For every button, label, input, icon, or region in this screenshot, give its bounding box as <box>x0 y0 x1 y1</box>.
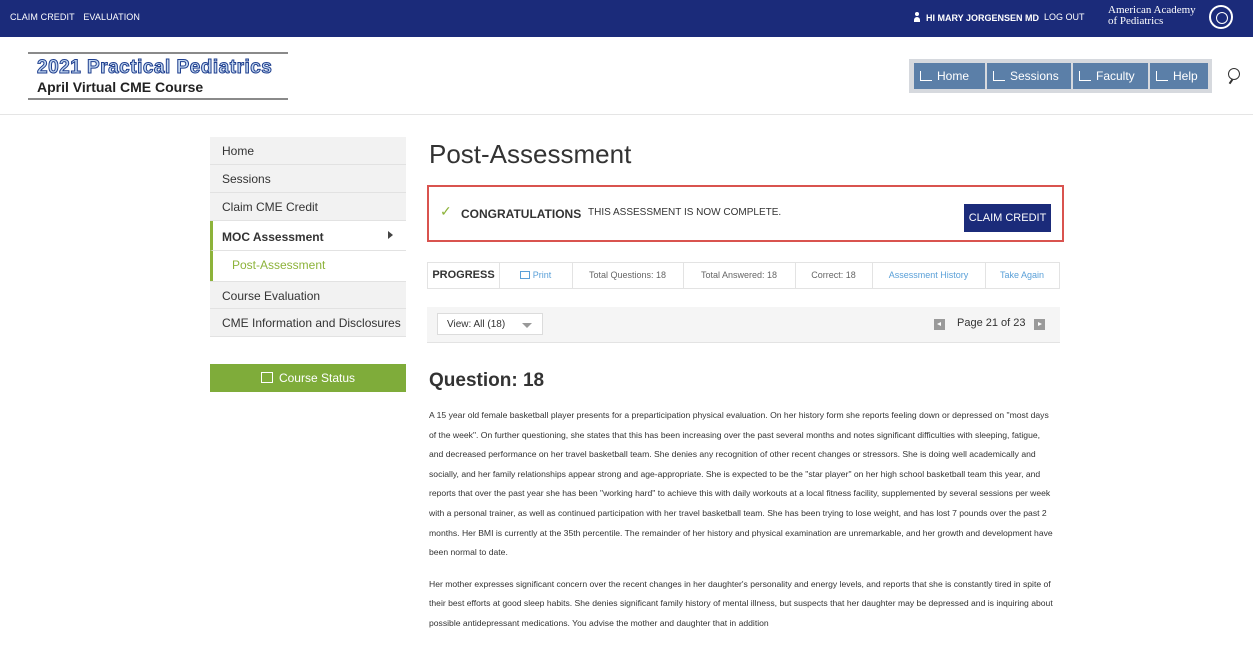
page-title: Post-Assessment <box>429 139 632 169</box>
view-toolbar: View: All (18) Page 21 of 23 <box>427 307 1060 343</box>
course-brand[interactable]: 2021 Practical Pediatrics April Virtual … <box>28 52 288 100</box>
completion-banner: ✓ CONGRATULATIONS THIS ASSESSMENT IS NOW… <box>427 185 1064 242</box>
claim-credit-link[interactable]: CLAIM CREDIT <box>10 12 75 22</box>
sidebar-item-claim-cme-credit[interactable]: Claim CME Credit <box>210 193 406 221</box>
question-heading: Question: 18 <box>429 370 545 391</box>
top-links: CLAIM CREDIT EVALUATION <box>10 12 146 22</box>
nav-faculty-button[interactable]: Faculty <box>1073 63 1148 89</box>
sidebar-item-cme-information[interactable]: CME Information and Disclosures <box>210 309 406 337</box>
congratulations-label: CONGRATULATIONS <box>461 207 582 221</box>
page-indicator: Page 21 of 23 <box>957 317 1026 329</box>
header-divider <box>0 114 1253 115</box>
progress-bar: PROGRESS Print Total Questions: 18 Total… <box>427 262 1060 289</box>
user-greeting[interactable]: HI MARY JORGENSEN MD <box>913 12 1039 23</box>
logout-link[interactable]: LOG OUT <box>1044 12 1085 22</box>
take-again-link[interactable]: Take Again <box>985 263 1059 288</box>
help-icon <box>1156 71 1168 81</box>
chevron-down-icon <box>522 323 532 328</box>
view-filter-value: View: All (18) <box>447 319 506 330</box>
sidebar-item-home[interactable]: Home <box>210 137 406 165</box>
user-icon <box>913 12 921 22</box>
sidebar-item-post-assessment[interactable]: Post-Assessment <box>210 251 406 281</box>
nav-help-button[interactable]: Help <box>1150 63 1208 89</box>
checkmark-icon: ✓ <box>440 203 452 219</box>
bar-chart-icon <box>260 372 273 383</box>
sessions-icon <box>993 71 1005 81</box>
top-bar: CLAIM CREDIT EVALUATION HI MARY JORGENSE… <box>0 0 1253 37</box>
print-label: Print <box>532 270 552 280</box>
aap-seal-icon[interactable] <box>1209 5 1233 29</box>
sidebar-item-course-evaluation[interactable]: Course Evaluation <box>210 281 406 309</box>
course-title: 2021 Practical Pediatrics <box>37 57 273 78</box>
nav-sessions-label: Sessions <box>1010 69 1059 83</box>
claim-credit-button[interactable]: CLAIM CREDIT <box>964 204 1051 232</box>
view-filter-select[interactable]: View: All (18) <box>437 313 543 335</box>
sidebar-item-moc-label: MOC Assessment <box>222 230 324 244</box>
nav-help-label: Help <box>1173 69 1198 83</box>
printer-icon <box>519 271 530 279</box>
nav-home-button[interactable]: Home <box>914 63 985 89</box>
expand-arrow-icon <box>388 231 393 239</box>
nav-faculty-label: Faculty <box>1096 69 1135 83</box>
aap-logo-text[interactable]: American Academy of Pediatrics <box>1108 5 1196 27</box>
org-line-2: of Pediatrics <box>1108 15 1164 27</box>
question-paragraph-2: Her mother expresses significant concern… <box>429 578 1053 628</box>
assessment-history-link[interactable]: Assessment History <box>872 263 986 288</box>
question-paragraph-1: A 15 year old female basketball player p… <box>429 410 1053 558</box>
previous-page-button[interactable] <box>934 319 945 330</box>
main-nav: Home Sessions Faculty Help <box>909 59 1212 93</box>
total-questions: Total Questions: 18 <box>572 263 684 288</box>
course-status-label: Course Status <box>278 371 356 385</box>
total-answered: Total Answered: 18 <box>683 263 796 288</box>
progress-label: PROGRESS <box>428 263 500 288</box>
user-greeting-text: HI MARY JORGENSEN MD <box>926 13 1040 23</box>
completion-message: THIS ASSESSMENT IS NOW COMPLETE. <box>588 207 782 218</box>
sidebar-item-sessions[interactable]: Sessions <box>210 165 406 193</box>
search-icon[interactable] <box>1228 68 1240 80</box>
nav-sessions-button[interactable]: Sessions <box>987 63 1071 89</box>
sidebar: Home Sessions Claim CME Credit MOC Asses… <box>210 137 406 337</box>
correct-count: Correct: 18 <box>795 263 873 288</box>
next-page-button[interactable] <box>1034 319 1045 330</box>
course-status-button[interactable]: Course Status <box>210 364 406 392</box>
brand-divider-top <box>28 52 288 54</box>
sidebar-item-moc-assessment[interactable]: MOC Assessment <box>210 221 406 251</box>
print-link[interactable]: Print <box>499 263 573 288</box>
question-text: A 15 year old female basketball player p… <box>429 406 1054 646</box>
brand-divider-bottom <box>28 98 288 100</box>
nav-home-label: Home <box>937 69 970 83</box>
course-subtitle: April Virtual CME Course <box>37 79 204 95</box>
evaluation-link[interactable]: EVALUATION <box>83 12 140 22</box>
home-icon <box>920 71 932 81</box>
faculty-icon <box>1079 71 1091 81</box>
